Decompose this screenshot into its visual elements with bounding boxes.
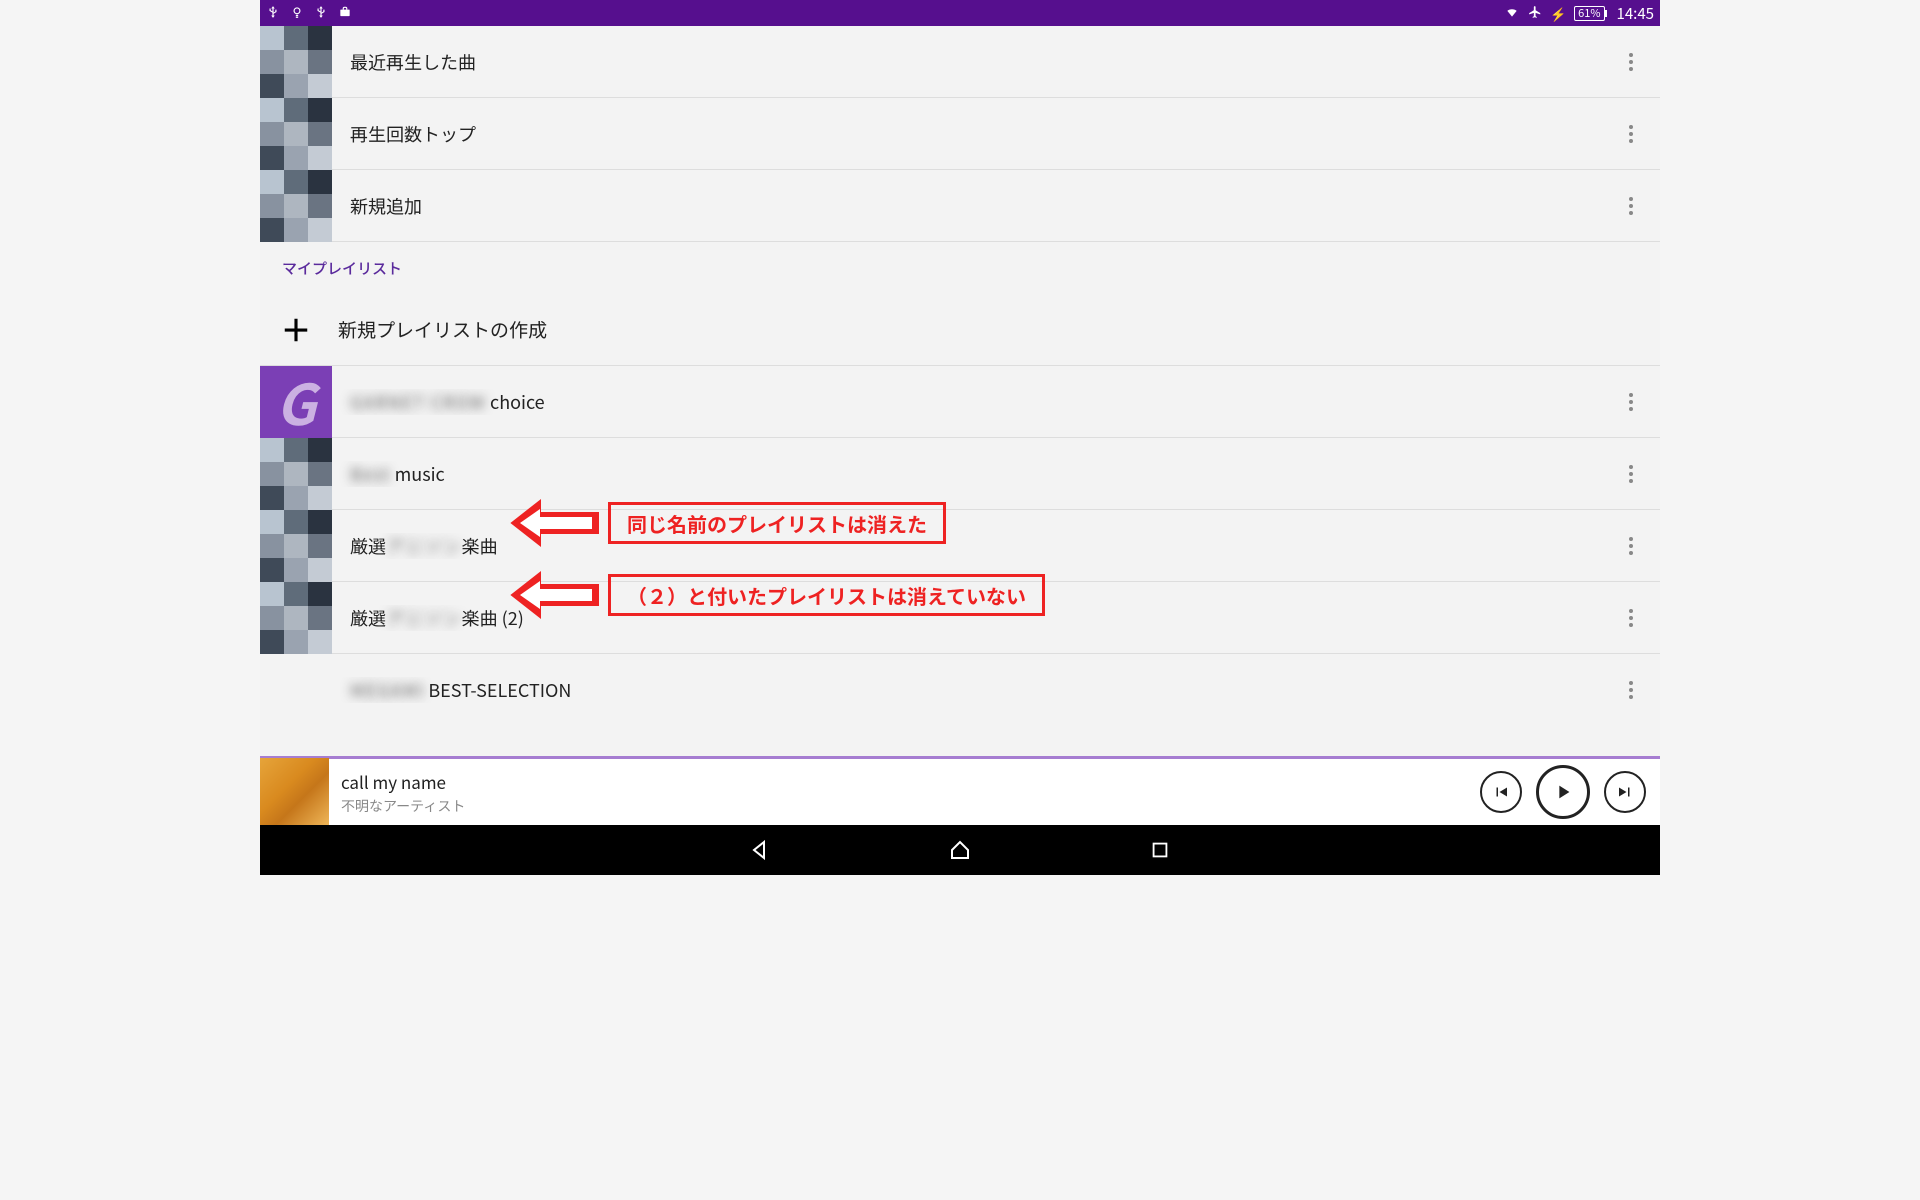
playlist-thumb: G (260, 366, 332, 438)
playlist-thumb (260, 170, 332, 242)
playback-controls (1480, 765, 1660, 819)
back-button[interactable] (740, 830, 780, 870)
now-playing-thumb (260, 758, 329, 827)
create-playlist-label: 新規プレイリストの作成 (332, 316, 547, 343)
usb-icon (266, 4, 280, 23)
section-header-my-playlists: マイプレイリスト (260, 242, 1660, 294)
more-menu-button[interactable] (1608, 111, 1654, 157)
device-screen: ⚡ 61% 14:45 最近再生した曲 再生回数トップ 新規追加 マイプレイリス… (260, 0, 1660, 875)
playlist-title: Best music (332, 461, 1608, 487)
user-playlist-row[interactable]: MEGAMI BEST-SELECTION (260, 654, 1660, 726)
play-button[interactable] (1536, 765, 1590, 819)
playlist-title: 厳選アニソン楽曲 (332, 533, 1608, 559)
status-right-icons: ⚡ 61% 14:45 (1504, 3, 1654, 24)
auto-playlist-row[interactable]: 新規追加 (260, 170, 1660, 242)
plus-icon (260, 294, 332, 366)
auto-playlist-row[interactable]: 最近再生した曲 (260, 26, 1660, 98)
wifi-icon (1504, 4, 1520, 23)
more-menu-button[interactable] (1608, 451, 1654, 497)
playlist-thumb (260, 438, 332, 510)
clock: 14:45 (1617, 3, 1654, 24)
playlist-title: GARNET CROW choice (332, 389, 1608, 415)
battery-indicator: 61% (1574, 6, 1604, 21)
playlist-content: 最近再生した曲 再生回数トップ 新規追加 マイプレイリスト 新規プレイリストの作… (260, 26, 1660, 756)
playlist-title: 新規追加 (332, 193, 1608, 219)
airplane-icon (1528, 4, 1542, 23)
usb-icon-2 (314, 4, 328, 23)
previous-button[interactable] (1480, 771, 1522, 813)
playlist-title: 再生回数トップ (332, 121, 1608, 147)
home-button[interactable] (940, 830, 980, 870)
briefcase-icon (338, 4, 352, 23)
user-playlist-row[interactable]: Best music (260, 438, 1660, 510)
more-menu-button[interactable] (1608, 523, 1654, 569)
user-playlist-row[interactable]: 厳選アニソン楽曲 (2) (260, 582, 1660, 654)
playlist-thumb (260, 26, 332, 98)
user-playlist-row[interactable]: 厳選アニソン楽曲 (260, 510, 1660, 582)
playlist-title: 最近再生した曲 (332, 49, 1608, 75)
auto-playlist-row[interactable]: 再生回数トップ (260, 98, 1660, 170)
playlist-thumb (260, 510, 332, 582)
now-playing-info: call my name 不明なアーティスト (329, 769, 1480, 816)
playlist-thumb (260, 582, 332, 654)
now-playing-title: call my name (341, 769, 1480, 794)
status-bar: ⚡ 61% 14:45 (260, 0, 1660, 26)
more-menu-button[interactable] (1608, 595, 1654, 641)
recents-button[interactable] (1140, 830, 1180, 870)
bulb-icon (290, 4, 304, 23)
now-playing-artist: 不明なアーティスト (341, 796, 1480, 816)
now-playing-bar[interactable]: call my name 不明なアーティスト (260, 756, 1660, 825)
playlist-thumb (260, 98, 332, 170)
more-menu-button[interactable] (1608, 379, 1654, 425)
playlist-title: MEGAMI BEST-SELECTION (332, 677, 1608, 703)
more-menu-button[interactable] (1608, 183, 1654, 229)
create-playlist-row[interactable]: 新規プレイリストの作成 (260, 294, 1660, 366)
navigation-bar (260, 825, 1660, 875)
more-menu-button[interactable] (1608, 667, 1654, 713)
playlist-title: 厳選アニソン楽曲 (2) (332, 605, 1608, 631)
status-left-icons (266, 4, 352, 23)
user-playlist-row[interactable]: G GARNET CROW choice (260, 366, 1660, 438)
charging-icon: ⚡ (1550, 4, 1566, 23)
next-button[interactable] (1604, 771, 1646, 813)
more-menu-button[interactable] (1608, 39, 1654, 85)
